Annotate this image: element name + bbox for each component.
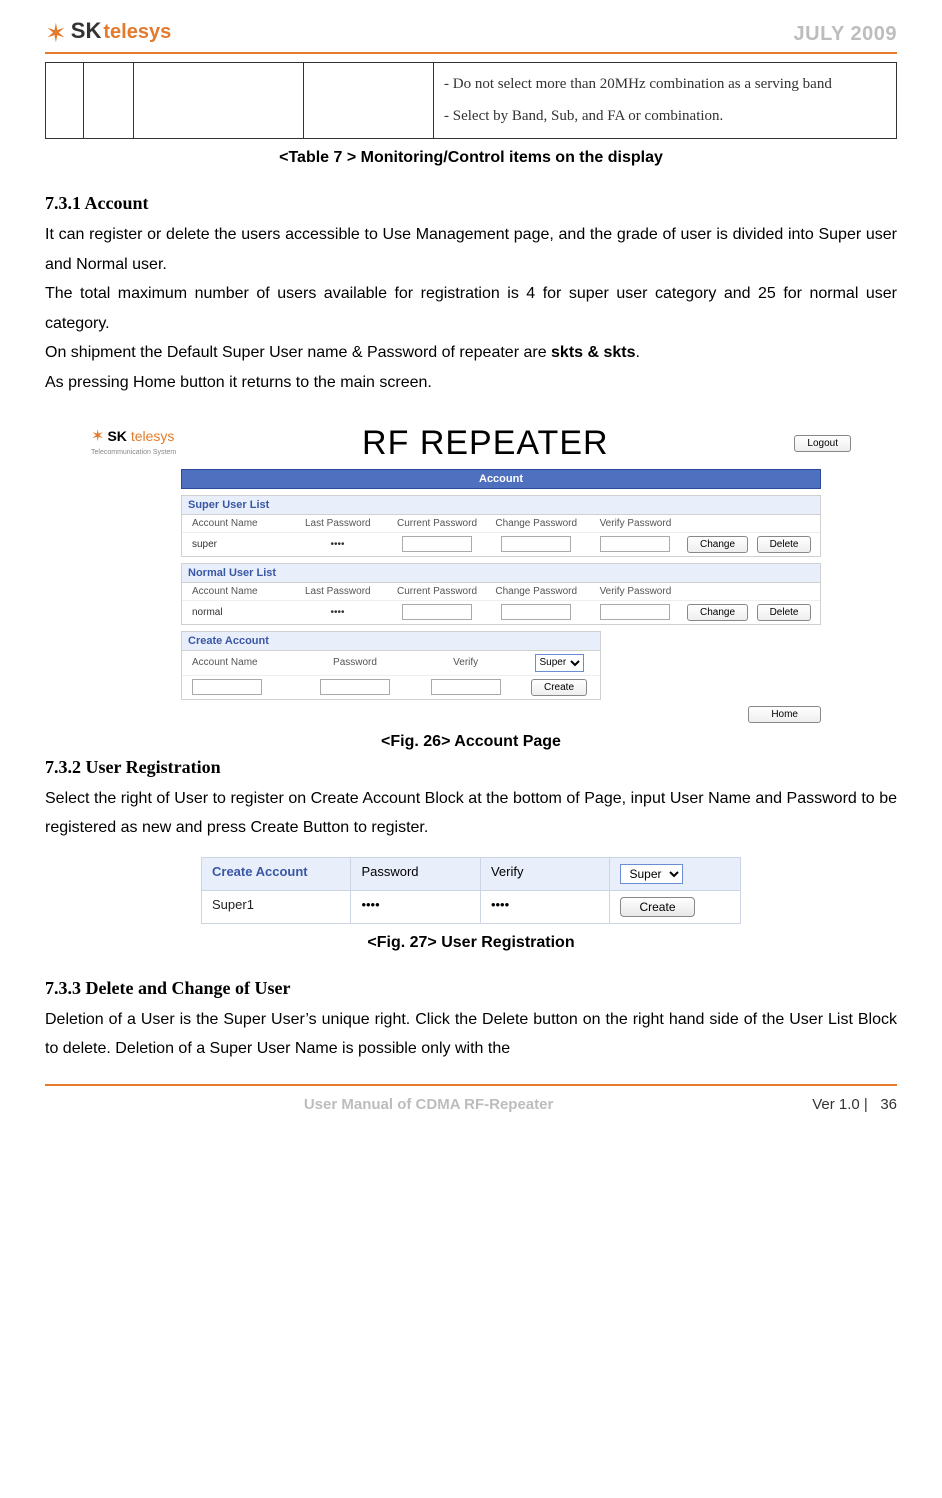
verify-password-input[interactable] (600, 536, 670, 552)
table-row: super •••• Change Delete (182, 533, 820, 556)
brand-telesys: telesys (131, 428, 175, 444)
text-prefix: On shipment the Default Super User name … (45, 344, 551, 361)
new-account-name-input[interactable] (192, 679, 262, 695)
heading-7-3-3: 7.3.3 Delete and Change of User (45, 978, 897, 999)
page-title: RF REPEATER (176, 424, 794, 463)
super-user-list-panel: Super User List Account Name Last Passwo… (181, 495, 821, 557)
user-type-select[interactable]: Super (535, 654, 584, 672)
create-button[interactable]: Create (531, 679, 587, 696)
home-button[interactable]: Home (748, 706, 821, 723)
table-7-caption: <Table 7 > Monitoring/Control items on t… (45, 149, 897, 167)
delete-button[interactable]: Delete (757, 604, 812, 621)
page-number: 36 (880, 1096, 897, 1113)
new-verify-input[interactable] (431, 679, 501, 695)
page-footer: User Manual of CDMA RF-Repeater Ver 1.0 … (45, 1084, 897, 1113)
account-name-value: Super1 (202, 891, 351, 923)
current-password-input[interactable] (402, 604, 472, 620)
butterfly-icon: ✶ (45, 20, 67, 46)
col-last-password: Last Password (291, 518, 384, 529)
footer-manual-title: User Manual of CDMA RF-Repeater (45, 1096, 812, 1113)
change-password-input[interactable] (501, 604, 571, 620)
para-7-3-2: Select the right of User to register on … (45, 784, 897, 843)
col-verify: Verify (481, 858, 611, 890)
change-button[interactable]: Change (687, 604, 748, 621)
version-label: Ver 1.0 | (812, 1096, 868, 1113)
para-7-3-1-d: As pressing Home button it returns to th… (45, 368, 897, 398)
delete-button[interactable]: Delete (757, 536, 812, 553)
col-change-password: Change Password (490, 518, 583, 529)
brand-telesys: telesys (103, 21, 171, 43)
col-verify: Verify (413, 657, 518, 668)
butterfly-icon: ✶ (91, 428, 104, 445)
change-password-input[interactable] (501, 536, 571, 552)
create-account-panel: Create Account Account Name Password Ver… (181, 631, 601, 700)
fig-26-caption: <Fig. 26> Account Page (45, 733, 897, 751)
brand-sk: SK (71, 18, 102, 43)
col-current-password: Current Password (390, 518, 483, 529)
brand-logo: ✶ SKtelesys (45, 20, 171, 46)
normal-last-password: •••• (291, 607, 384, 618)
text-suffix: . (636, 344, 640, 361)
create-button[interactable]: Create (620, 897, 694, 917)
new-password-input[interactable] (320, 679, 390, 695)
para-7-3-1-c: On shipment the Default Super User name … (45, 338, 897, 368)
brand-sk: SK (107, 428, 126, 444)
col-current-password: Current Password (390, 586, 483, 597)
verify-value: •••• (481, 891, 611, 923)
normal-user-list-panel: Normal User List Account Name Last Passw… (181, 563, 821, 625)
normal-account-name: normal (188, 607, 285, 618)
col-account-name: Account Name (188, 586, 285, 597)
doc-date: JULY 2009 (794, 23, 897, 46)
col-password: Password (303, 657, 408, 668)
page-header: ✶ SKtelesys JULY 2009 (45, 20, 897, 54)
current-password-input[interactable] (402, 536, 472, 552)
password-value: •••• (351, 891, 481, 923)
create-account-title: Create Account (182, 632, 600, 651)
fig-27-caption: <Fig. 27> User Registration (45, 934, 897, 952)
col-last-password: Last Password (291, 586, 384, 597)
account-section-header: Account (181, 469, 821, 489)
col-create-account: Create Account (202, 858, 351, 890)
fig-26-account-page: ✶ SK telesys Telecommunication System RF… (91, 424, 851, 723)
normal-user-list-title: Normal User List (182, 564, 820, 583)
col-password: Password (351, 858, 481, 890)
table-7-fragment: - Do not select more than 20MHz combinat… (45, 62, 897, 139)
table-note-cell: - Do not select more than 20MHz combinat… (434, 63, 897, 139)
brand-tagline: Telecommunication System (91, 449, 176, 456)
col-verify-password: Verify Password (589, 586, 682, 597)
para-7-3-1-b: The total maximum number of users availa… (45, 279, 897, 338)
table-row: normal •••• Change Delete (182, 601, 820, 624)
heading-7-3-2: 7.3.2 User Registration (45, 757, 897, 778)
para-7-3-3: Deletion of a User is the Super User’s u… (45, 1005, 897, 1064)
super-user-list-title: Super User List (182, 496, 820, 515)
para-7-3-1-a: It can register or delete the users acce… (45, 220, 897, 279)
heading-7-3-1: 7.3.1 Account (45, 193, 897, 214)
user-type-select[interactable]: Super (620, 864, 683, 884)
change-button[interactable]: Change (687, 536, 748, 553)
super-last-password: •••• (291, 539, 384, 550)
verify-password-input[interactable] (600, 604, 670, 620)
footer-version-page: Ver 1.0 | 36 (812, 1096, 897, 1113)
col-verify-password: Verify Password (589, 518, 682, 529)
super-account-name: super (188, 539, 285, 550)
fig-27-create-account: Create Account Password Verify Super Sup… (201, 857, 741, 924)
mini-brand-logo: ✶ SK telesys Telecommunication System (91, 429, 176, 457)
default-credentials: skts & skts (551, 344, 636, 361)
col-account-name: Account Name (188, 657, 297, 668)
col-account-name: Account Name (188, 518, 285, 529)
logout-button[interactable]: Logout (794, 435, 851, 452)
col-change-password: Change Password (490, 586, 583, 597)
